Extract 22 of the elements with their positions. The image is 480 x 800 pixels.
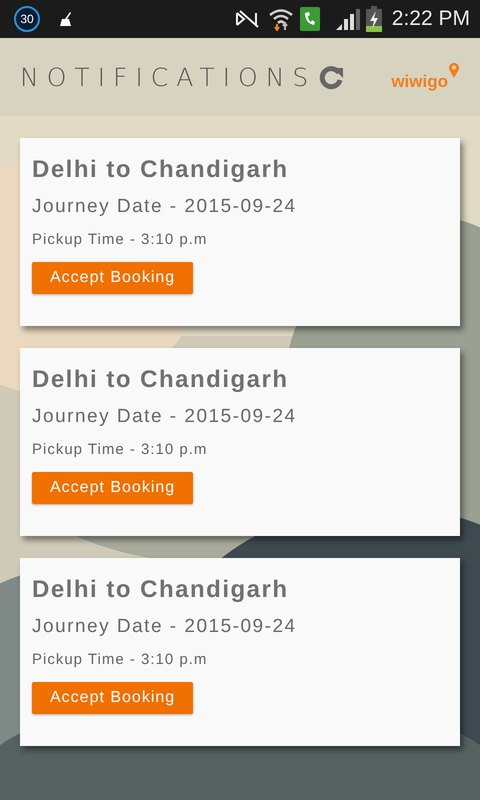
accept-booking-button[interactable]: Accept Booking xyxy=(32,472,194,504)
pickup-time: Pickup Time - 3:10 p.m xyxy=(32,441,208,458)
route-title: Delhi to Chandigarh xyxy=(32,156,290,184)
phone-icon xyxy=(300,7,320,31)
app-logo: wiwigo xyxy=(391,72,448,92)
route-title: Delhi to Chandigarh xyxy=(32,576,290,604)
notification-count: 30 xyxy=(14,6,40,32)
page-title: NOTIFICATIONS xyxy=(20,62,316,92)
accept-booking-button[interactable]: Accept Booking xyxy=(32,262,194,294)
clock-time: 2:22 PM xyxy=(392,7,470,31)
accept-booking-button[interactable]: Accept Booking xyxy=(32,682,194,714)
wifi-icon xyxy=(268,7,294,31)
pickup-time: Pickup Time - 3:10 p.m xyxy=(32,231,208,248)
map-pin-icon xyxy=(448,62,460,78)
journey-date: Journey Date - 2015-09-24 xyxy=(32,196,298,218)
pickup-time: Pickup Time - 3:10 p.m xyxy=(32,651,208,668)
signal-icon xyxy=(334,8,360,30)
route-title: Delhi to Chandigarh xyxy=(32,366,290,394)
journey-date: Journey Date - 2015-09-24 xyxy=(32,406,298,428)
refresh-icon[interactable] xyxy=(318,64,344,90)
battery-icon xyxy=(366,6,382,32)
journey-date: Journey Date - 2015-09-24 xyxy=(32,616,298,638)
